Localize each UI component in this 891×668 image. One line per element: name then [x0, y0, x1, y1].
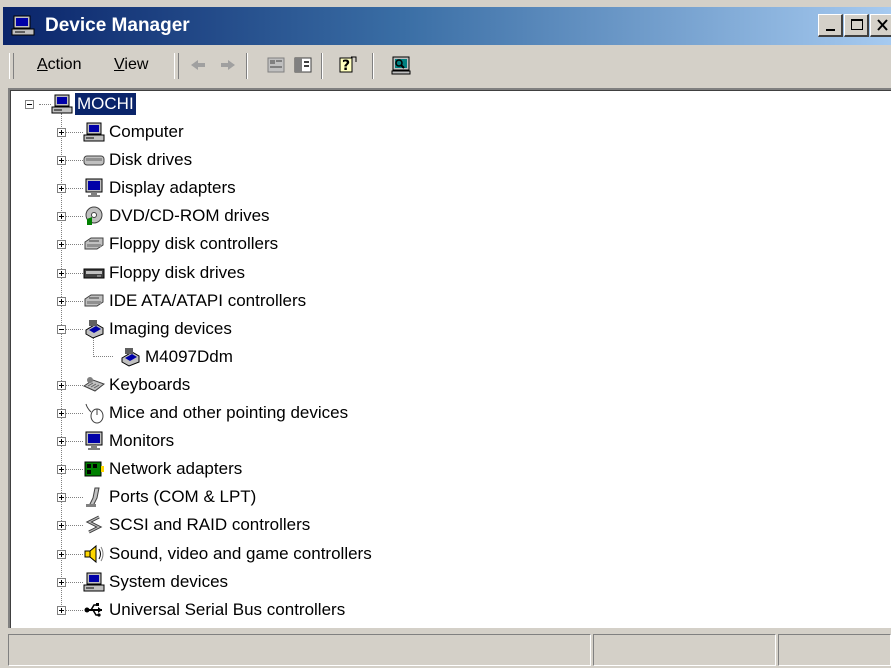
- tree-item-label: Mice and other pointing devices: [109, 403, 349, 422]
- tree-item-label: Computer: [109, 122, 184, 141]
- status-pane-main: [8, 634, 591, 666]
- monitor-icon: [85, 431, 103, 450]
- help-icon[interactable]: ?: [337, 54, 359, 76]
- svg-text:?: ?: [342, 58, 350, 74]
- toolbar: Action View ?: [3, 47, 891, 85]
- expand-toggle[interactable]: [57, 156, 66, 165]
- monitor-icon: [85, 178, 103, 197]
- expand-toggle[interactable]: [57, 184, 66, 193]
- controller-icon: [84, 294, 104, 307]
- keyboard-icon: [83, 377, 105, 392]
- status-pane-3: [778, 634, 891, 666]
- expand-toggle[interactable]: [57, 381, 66, 390]
- port-icon: [86, 487, 100, 507]
- tree-item-label: SCSI and RAID controllers: [109, 515, 311, 534]
- show-hide-console-tree-icon[interactable]: [292, 54, 314, 76]
- forward-arrow-icon[interactable]: [217, 54, 239, 76]
- scan-hardware-icon[interactable]: [390, 54, 412, 76]
- properties-icon[interactable]: [265, 54, 287, 76]
- expand-toggle[interactable]: [57, 550, 66, 559]
- mouse-icon: [85, 403, 104, 424]
- speaker-icon: [84, 544, 104, 564]
- close-button[interactable]: [870, 14, 891, 37]
- toolbar-separator: [372, 53, 374, 79]
- network-adapter-icon: [84, 461, 104, 477]
- toolbar-grip[interactable]: [174, 53, 179, 79]
- expand-toggle[interactable]: [57, 606, 66, 615]
- tree-item-label: Display adapters: [109, 178, 236, 197]
- computer-icon: [83, 122, 105, 142]
- status-pane-2: [593, 634, 776, 666]
- tree-root-label: MOCHI: [75, 93, 136, 115]
- tree-item-label: Floppy disk drives: [109, 263, 246, 282]
- toolbar-grip[interactable]: [9, 53, 14, 79]
- toolbar-separator: [321, 53, 323, 79]
- tree-line: [39, 104, 51, 105]
- tree-item-label: Keyboards: [109, 375, 191, 394]
- title-bar[interactable]: Device Manager: [3, 7, 891, 45]
- tree-item-label: Universal Serial Bus controllers: [109, 600, 346, 619]
- tree-item-label: Disk drives: [109, 150, 193, 169]
- scanner-icon: [121, 348, 140, 367]
- expand-toggle[interactable]: [57, 128, 66, 137]
- scsi-icon: [85, 515, 103, 534]
- back-arrow-icon[interactable]: [187, 54, 209, 76]
- minimize-button[interactable]: [818, 14, 843, 37]
- tree-item-label: DVD/CD-ROM drives: [109, 206, 270, 225]
- tree-item-label: System devices: [109, 572, 229, 591]
- tree-item-label: Ports (COM & LPT): [109, 487, 257, 506]
- tree-item-label: Monitors: [109, 431, 175, 450]
- window-title: Device Manager: [45, 15, 190, 36]
- expand-toggle[interactable]: [57, 437, 66, 446]
- tree-item-label: Floppy disk controllers: [109, 234, 279, 253]
- device-tree[interactable]: MOCHI Computer Disk drives Display adapter…: [8, 88, 891, 628]
- maximize-icon: [851, 19, 863, 30]
- expand-toggle[interactable]: [57, 240, 66, 249]
- collapse-toggle[interactable]: [25, 100, 34, 109]
- tree-item-label: IDE ATA/ATAPI controllers: [109, 291, 307, 310]
- tree-line: [93, 356, 113, 357]
- minimize-icon: [826, 29, 835, 31]
- collapse-toggle[interactable]: [57, 325, 66, 334]
- expand-toggle[interactable]: [57, 409, 66, 418]
- tree-item-label: M4097Ddm: [145, 347, 233, 366]
- menu-view[interactable]: View: [114, 55, 148, 75]
- tree-item-label: Network adapters: [109, 459, 243, 478]
- tree-line: [93, 337, 94, 357]
- floppy-drive-icon: [83, 268, 105, 279]
- menu-action[interactable]: Action: [37, 55, 81, 75]
- expand-toggle[interactable]: [57, 465, 66, 474]
- controller-icon: [84, 237, 104, 250]
- status-bar: [8, 634, 891, 668]
- device-manager-icon: [11, 15, 35, 36]
- tree-item-label: Imaging devices: [109, 319, 232, 338]
- tree-item-label: Sound, video and game controllers: [109, 544, 372, 563]
- expand-toggle[interactable]: [57, 297, 66, 306]
- computer-icon: [83, 572, 105, 592]
- expand-toggle[interactable]: [57, 521, 66, 530]
- disk-drive-icon: [83, 155, 105, 166]
- expand-toggle[interactable]: [57, 269, 66, 278]
- computer-icon: [51, 94, 73, 114]
- maximize-button[interactable]: [844, 14, 869, 37]
- scanner-icon: [85, 320, 104, 339]
- expand-toggle[interactable]: [57, 212, 66, 221]
- expand-toggle[interactable]: [57, 578, 66, 587]
- toolbar-separator: [246, 53, 248, 79]
- usb-icon: [84, 603, 102, 617]
- expand-toggle[interactable]: [57, 493, 66, 502]
- cd-drive-icon: [85, 206, 103, 225]
- close-icon: [877, 19, 888, 31]
- device-manager-window: Device Manager Action View ? MOCHI Compu…: [0, 0, 891, 668]
